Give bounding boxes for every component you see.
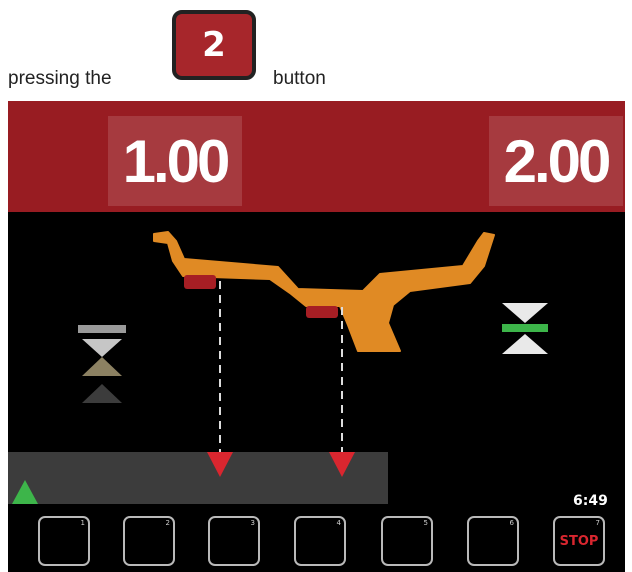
clock: 6:49 (573, 493, 608, 509)
function-key-number: 7 (595, 519, 600, 527)
right-position-arrow (329, 452, 355, 477)
stop-label: STOP (559, 534, 599, 549)
function-key-2[interactable]: 2 (123, 516, 175, 566)
instruction-text-before: pressing the (8, 68, 112, 89)
function-key-number: 4 (336, 519, 341, 527)
balancer-display: 1.00 2.00 6:49 1 2 3 4 5 6 7 STOP (8, 101, 625, 572)
function-key-number: 6 (509, 519, 514, 527)
start-position-arrow (12, 480, 38, 504)
function-key-number: 2 (165, 519, 170, 527)
function-key-6[interactable]: 6 (467, 516, 519, 566)
function-key-number: 3 (250, 519, 255, 527)
position-markers (12, 452, 355, 504)
function-key-5[interactable]: 5 (381, 516, 433, 566)
stop-button[interactable]: 7 STOP (553, 516, 605, 566)
function-key-4[interactable]: 4 (294, 516, 346, 566)
function-key-number: 5 (423, 519, 428, 527)
function-key-3[interactable]: 3 (208, 516, 260, 566)
function-key-number: 1 (80, 519, 85, 527)
left-position-arrow (207, 452, 233, 477)
function-key-1[interactable]: 1 (38, 516, 90, 566)
instruction-line: pressing the 2 button (0, 0, 632, 100)
key-2-button-illustration: 2 (172, 10, 256, 80)
instruction-text-after: button (273, 68, 326, 89)
